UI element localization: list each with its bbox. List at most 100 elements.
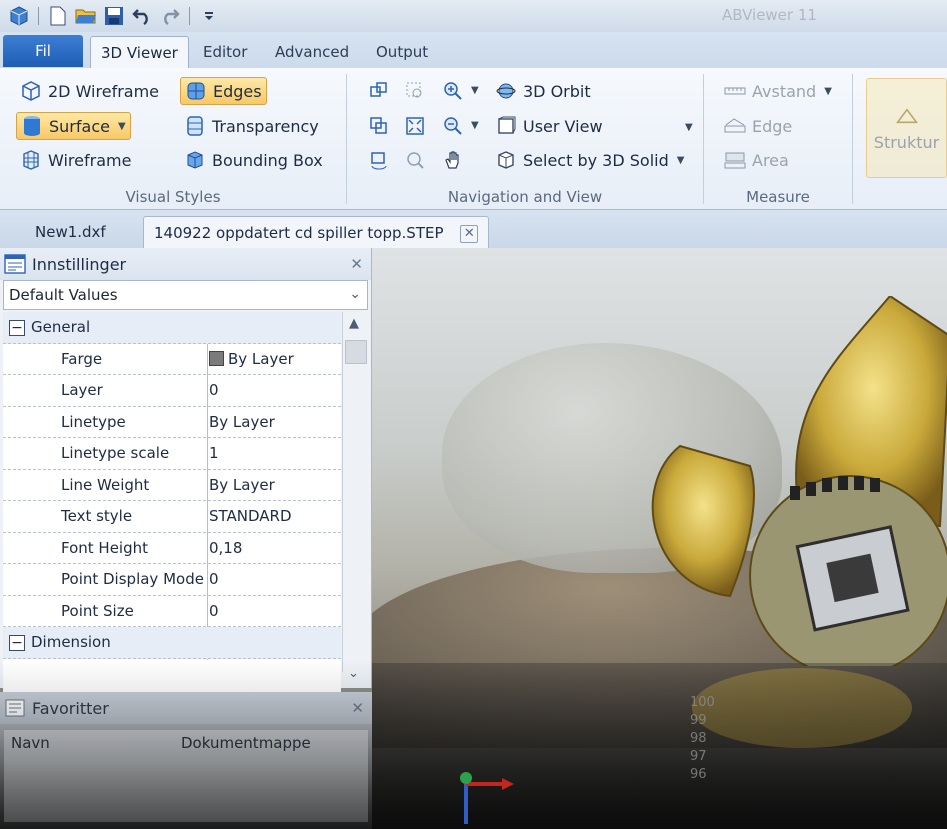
property-row[interactable]: Linetype scale 1 xyxy=(3,438,341,470)
pan-view-icon[interactable] xyxy=(367,79,391,103)
bounding-box-button[interactable]: Bounding Box xyxy=(180,146,327,174)
property-value[interactable]: 0 xyxy=(209,570,219,588)
surface-label: Surface xyxy=(49,116,110,136)
properties-panel-header: Innstillinger ✕ xyxy=(0,248,371,280)
structure-button[interactable]: Struktur xyxy=(866,78,947,178)
open-folder-icon[interactable] xyxy=(75,5,97,27)
3d-viewport[interactable] xyxy=(372,248,947,829)
close-panel-icon[interactable]: ✕ xyxy=(351,699,364,717)
fit-to-window-icon[interactable] xyxy=(403,114,427,138)
zoom-window-icon[interactable] xyxy=(403,79,427,103)
rotate-3d-icon[interactable] xyxy=(367,148,391,172)
chevron-down-icon[interactable]: ▼ xyxy=(471,85,479,96)
group-measure: Avstand ▼ Edge Area Measure xyxy=(704,68,852,210)
zoom-previous-icon[interactable] xyxy=(403,148,427,172)
undo-icon[interactable] xyxy=(131,5,153,27)
tab-3d-viewer[interactable]: 3D Viewer xyxy=(90,36,189,68)
toolbar-separator xyxy=(189,7,190,25)
distance-button[interactable]: Avstand ▼ xyxy=(720,77,836,105)
column-header-folder[interactable]: Dokumentmappe xyxy=(181,734,311,752)
color-swatch xyxy=(209,351,224,366)
collapse-icon[interactable]: − xyxy=(9,635,25,651)
tab-file[interactable]: Fil xyxy=(3,35,83,67)
property-value-text: By Layer xyxy=(228,349,294,368)
user-view-icon xyxy=(495,115,517,137)
area-measure-label: Area xyxy=(752,150,789,170)
category-row-general[interactable]: − General xyxy=(3,312,341,344)
wireframe-button[interactable]: Wireframe xyxy=(16,146,135,174)
app-cube-icon[interactable] xyxy=(8,5,30,27)
property-value[interactable]: By Layer xyxy=(209,413,275,431)
solid-select-icon xyxy=(495,149,517,171)
category-row-dimension[interactable]: − Dimension xyxy=(3,627,341,659)
property-value[interactable]: 0 xyxy=(209,381,219,399)
wireframe-label: Wireframe xyxy=(48,150,132,170)
document-tab-bar: New1.dxf 140922 oppdatert cd spiller top… xyxy=(0,210,947,248)
ruler-icon xyxy=(724,80,746,102)
property-value[interactable]: 1 xyxy=(209,444,219,462)
document-tab-active[interactable]: 140922 oppdatert cd spiller topp.STEP ✕ xyxy=(143,216,490,248)
preset-dropdown[interactable]: Default Values ⌄ xyxy=(3,280,368,310)
chevron-down-icon[interactable]: ▼ xyxy=(685,122,693,133)
close-panel-icon[interactable]: ✕ xyxy=(350,255,363,273)
property-value[interactable]: STANDARD xyxy=(209,507,292,525)
surface-icon xyxy=(21,115,43,137)
property-row[interactable]: Layer 0 xyxy=(3,375,341,407)
favorites-list[interactable]: Navn Dokumentmappe xyxy=(4,730,368,822)
document-tab[interactable]: New1.dxf xyxy=(25,216,116,248)
property-value[interactable]: 0 xyxy=(209,602,219,620)
orbit-3d-button[interactable]: 3D Orbit xyxy=(491,77,595,105)
property-grid-scrollbar[interactable]: ▲ xyxy=(342,312,368,672)
edge-measure-button[interactable]: Edge xyxy=(720,112,796,140)
ruler-ticks: 100 99 98 97 96 xyxy=(690,694,715,784)
chevron-down-icon[interactable]: ▼ xyxy=(471,120,479,131)
toolbar-separator xyxy=(38,7,39,25)
column-header-name[interactable]: Navn xyxy=(11,734,50,752)
property-row[interactable]: Linetype By Layer xyxy=(3,407,341,438)
preset-dropdown-value: Default Values xyxy=(9,286,118,304)
ruler-tick: 97 xyxy=(690,749,707,764)
transparency-button[interactable]: Transparency xyxy=(180,112,323,140)
wireframe-2d-button[interactable]: 2D Wireframe xyxy=(16,77,163,105)
property-row[interactable]: Text style STANDARD xyxy=(3,501,341,533)
scroll-down-icon[interactable]: ⌄ xyxy=(348,666,359,681)
scrollbar-thumb[interactable] xyxy=(345,340,367,364)
view-cube-icon[interactable] xyxy=(367,114,391,138)
property-value[interactable]: By Layer xyxy=(209,476,275,494)
bounding-box-icon xyxy=(184,149,206,171)
property-row[interactable]: Line Weight By Layer xyxy=(3,470,341,501)
property-row[interactable]: Point Size 0 xyxy=(3,596,341,627)
save-icon[interactable] xyxy=(103,5,125,27)
tab-advanced[interactable]: Advanced xyxy=(265,36,359,68)
new-file-icon[interactable] xyxy=(47,5,69,27)
property-value[interactable]: 0,18 xyxy=(209,539,242,557)
favorites-icon xyxy=(4,697,26,719)
tab-output[interactable]: Output xyxy=(366,36,438,68)
edges-button[interactable]: Edges xyxy=(180,77,267,105)
ribbon-tab-bar: Fil 3D Viewer Editor Advanced Output xyxy=(0,32,947,68)
property-grid: − General Farge By Layer Layer 0 Linetyp… xyxy=(3,312,341,708)
scroll-up-icon[interactable]: ▲ xyxy=(349,316,359,331)
property-row[interactable]: Farge By Layer xyxy=(3,344,341,375)
property-value[interactable]: By Layer xyxy=(209,350,294,368)
area-measure-button[interactable]: Area xyxy=(720,146,793,174)
collapse-icon[interactable]: − xyxy=(9,320,25,336)
category-label: General xyxy=(31,318,91,336)
hand-pan-icon[interactable] xyxy=(441,148,465,172)
zoom-in-icon[interactable] xyxy=(441,79,465,103)
close-tab-icon[interactable]: ✕ xyxy=(460,224,479,243)
edge-measure-icon xyxy=(724,115,746,137)
group-caption-navigation: Navigation and View xyxy=(447,188,603,206)
redo-icon[interactable] xyxy=(159,5,181,27)
property-row[interactable]: Point Display Mode 0 xyxy=(3,564,341,596)
zoom-out-icon[interactable] xyxy=(441,114,465,138)
favorites-panel-title: Favoritter xyxy=(32,698,109,718)
tab-editor[interactable]: Editor xyxy=(193,36,257,68)
customize-toolbar-icon[interactable] xyxy=(198,5,220,27)
select-by-3d-solid-label: Select by 3D Solid xyxy=(523,150,669,170)
surface-button[interactable]: Surface ▼ xyxy=(16,112,131,140)
property-row[interactable]: Font Height 0,18 xyxy=(3,533,341,564)
user-view-button[interactable]: User View xyxy=(491,112,607,140)
property-label: Layer xyxy=(61,381,103,399)
select-by-3d-solid-button[interactable]: Select by 3D Solid ▼ xyxy=(491,146,688,174)
